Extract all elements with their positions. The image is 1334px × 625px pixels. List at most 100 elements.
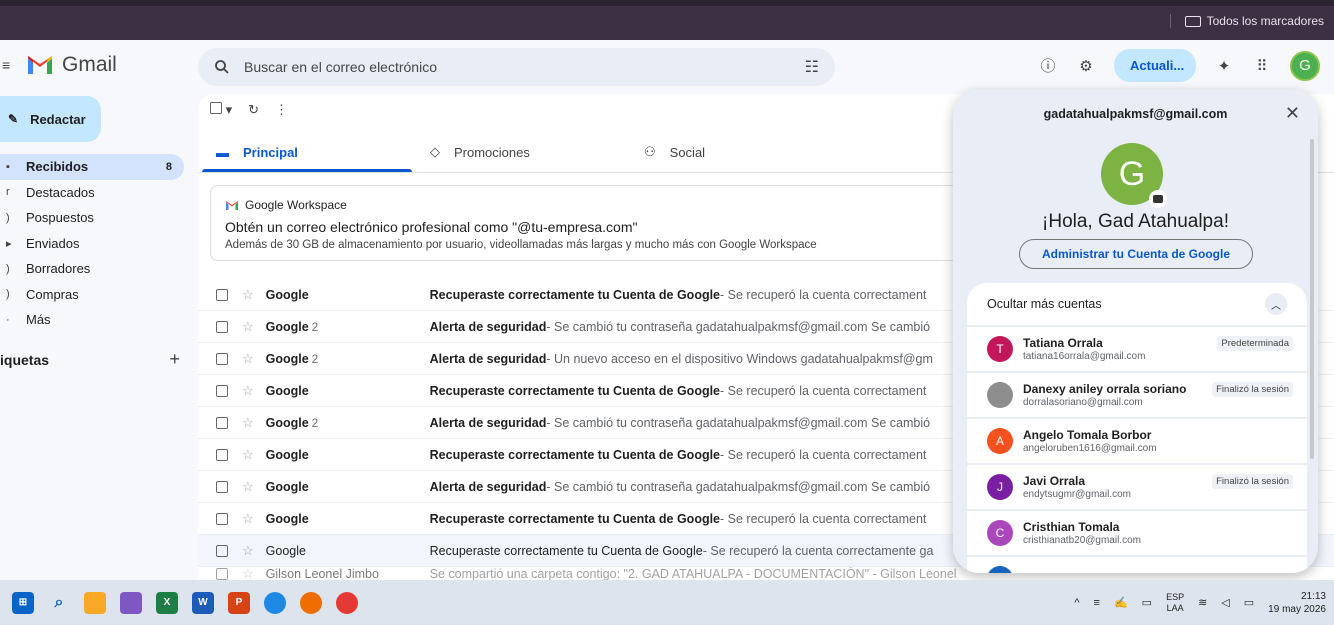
draft-icon: ) [6, 262, 10, 275]
inbox-icon: ▪ [6, 160, 10, 173]
chrome-profile-icon[interactable] [336, 591, 358, 614]
account-avatar[interactable]: G [1290, 50, 1320, 81]
gmail-logo[interactable]: Gmail [26, 53, 117, 77]
sidebar-item-sent[interactable]: ▸ Enviados [0, 231, 184, 257]
email-snippet: - Se recuperó la cuenta correctament [720, 447, 927, 462]
star-icon[interactable]: ☆ [242, 567, 254, 580]
row-checkbox[interactable] [216, 416, 228, 429]
profile-avatar[interactable]: G [1101, 143, 1167, 208]
network-icon[interactable]: ≡ [1094, 597, 1100, 609]
refresh-icon[interactable]: ↻ [248, 102, 259, 118]
apps-grid-icon[interactable]: ⠿ [1252, 56, 1272, 76]
search-icon[interactable] [214, 59, 230, 75]
email-sender: Google [265, 447, 309, 462]
sidebar-item-snoozed[interactable]: ) Pospuestos [0, 205, 184, 231]
account-email: endytsugmr@gmail.com [1023, 489, 1131, 500]
windows-taskbar: ⊞ ⌕ X W P ^ ≡ ✍ ▭ ESP LAA ≋ ◁ ▭ 21:13 19… [0, 580, 1334, 625]
greeting: ¡Hola, Gad Atahualpa! [1042, 211, 1229, 232]
row-checkbox[interactable] [216, 448, 228, 461]
star-icon[interactable]: ☆ [242, 511, 254, 527]
popup-scrollbar[interactable] [1310, 139, 1314, 459]
copilot-icon[interactable] [120, 591, 142, 614]
row-checkbox[interactable] [216, 544, 228, 557]
row-checkbox[interactable] [216, 352, 228, 365]
tab-promotions[interactable]: ◇ Promociones [412, 132, 626, 172]
more-options-icon[interactable]: ⋮ [275, 102, 288, 118]
account-row[interactable]: TATIANA ORRALA [967, 557, 1307, 573]
account-row[interactable]: Danexy aniley orrala soriano dorralasoria… [967, 373, 1307, 419]
hide-accounts-label: Ocultar más cuentas [987, 297, 1102, 311]
star-icon[interactable]: ☆ [242, 351, 254, 367]
camera-icon[interactable] [1149, 190, 1167, 208]
email-snippet: Se compartió una carpeta contigo: "2. GA… [429, 567, 957, 580]
search-input[interactable] [244, 59, 805, 75]
compose-button[interactable]: ✎ Redactar [0, 96, 101, 142]
powerpoint-icon[interactable]: P [228, 591, 250, 614]
row-checkbox[interactable] [216, 480, 228, 493]
email-subject: Alerta de seguridad [429, 479, 547, 494]
search-bar[interactable]: ☷ [198, 48, 835, 86]
hide-accounts-toggle[interactable]: Ocultar más cuentas ︿ [967, 283, 1307, 327]
gmail-m-icon [28, 56, 52, 74]
all-bookmarks-button[interactable]: Todos los marcadores [1169, 14, 1324, 28]
excel-icon[interactable]: X [156, 591, 178, 614]
account-row[interactable]: C Cristhian Tomala cristhianatb20@gmail.co… [967, 511, 1307, 557]
search-icon[interactable]: ⌕ [48, 592, 70, 614]
star-icon[interactable]: ☆ [242, 287, 254, 303]
input-language[interactable]: ESP LAA [1166, 592, 1184, 614]
search-options-icon[interactable]: ☷ [805, 57, 819, 77]
chevron-up-icon[interactable]: ^ [1074, 597, 1079, 609]
compose-label: Redactar [30, 111, 86, 127]
settings-gear-icon[interactable]: ⚙ [1076, 56, 1096, 76]
main-menu-icon[interactable]: ≡ [2, 57, 10, 73]
row-checkbox[interactable] [216, 567, 228, 580]
sidebar-item-more[interactable]: · Más [0, 307, 184, 333]
wifi-icon[interactable]: ≋ [1198, 596, 1207, 609]
tab-social[interactable]: ⚇ Social [626, 132, 840, 172]
star-icon[interactable]: ☆ [242, 479, 254, 495]
sidebar-item-drafts[interactable]: ) Borradores [0, 256, 184, 282]
star-icon[interactable]: ☆ [242, 415, 254, 431]
update-button[interactable]: Actuali... [1114, 49, 1196, 82]
edge-icon[interactable] [264, 591, 286, 614]
battery-icon[interactable]: ▭ [1244, 596, 1254, 609]
bookmarks-label: Todos los marcadores [1206, 14, 1324, 28]
manage-account-button[interactable]: Administrar tu Cuenta de Google [1019, 239, 1253, 269]
account-email: tatiana16orrala@gmail.com [1023, 351, 1146, 362]
email-subject: Recuperaste correctamente tu Cuenta de G… [429, 447, 721, 462]
row-checkbox[interactable] [216, 512, 228, 525]
gemini-sparkle-icon[interactable]: ✦ [1214, 56, 1234, 76]
tab-label: Social [669, 144, 706, 160]
word-icon[interactable]: W [192, 591, 214, 614]
sidebar-item-inbox[interactable]: ▪ Recibidos 8 [0, 154, 184, 180]
account-status-badge: Predeterminada [1217, 336, 1293, 351]
sidebar-item-purchases[interactable]: ) Compras [0, 282, 184, 308]
volume-icon[interactable]: ◁ [1221, 596, 1229, 609]
tab-primary[interactable]: ▬ Principal [198, 132, 412, 172]
chrome-icon[interactable] [300, 591, 322, 614]
help-icon[interactable]: ⓘ [1038, 56, 1058, 76]
workspace-promo[interactable]: Google Workspace Obtén un correo electró… [210, 185, 970, 261]
pen-icon[interactable]: ✍ [1114, 596, 1128, 609]
sidebar-item-starred[interactable]: r Destacados [0, 180, 184, 206]
star-icon[interactable]: ☆ [242, 383, 254, 399]
windows-start-icon[interactable]: ⊞ [12, 591, 34, 614]
star-icon[interactable]: ☆ [242, 319, 254, 335]
account-row[interactable]: T Tatiana Orrala tatiana16orrala@gmail.com… [967, 327, 1307, 373]
row-checkbox[interactable] [216, 384, 228, 397]
add-label-button[interactable]: + [169, 349, 180, 370]
star-icon[interactable]: ☆ [242, 447, 254, 463]
file-explorer-icon[interactable] [84, 591, 106, 614]
close-icon[interactable]: ✕ [1285, 103, 1300, 124]
sidebar-item-label: Más [26, 312, 51, 328]
people-icon: ⚇ [644, 144, 656, 159]
account-row[interactable]: J Javi Orrala endytsugmr@gmail.com Finalizó… [967, 465, 1307, 511]
row-checkbox[interactable] [216, 288, 228, 301]
browser-toolbar: Todos los marcadores [0, 0, 1334, 40]
account-row[interactable]: A Angelo Tomala Borbor angeloruben1616@gma… [967, 419, 1307, 465]
clock[interactable]: 21:13 19 may 2026 [1268, 590, 1326, 616]
keyboard-icon[interactable]: ▭ [1142, 596, 1152, 609]
select-all-checkbox[interactable]: ▾ [210, 102, 232, 118]
star-icon[interactable]: ☆ [242, 543, 254, 559]
row-checkbox[interactable] [216, 320, 228, 333]
